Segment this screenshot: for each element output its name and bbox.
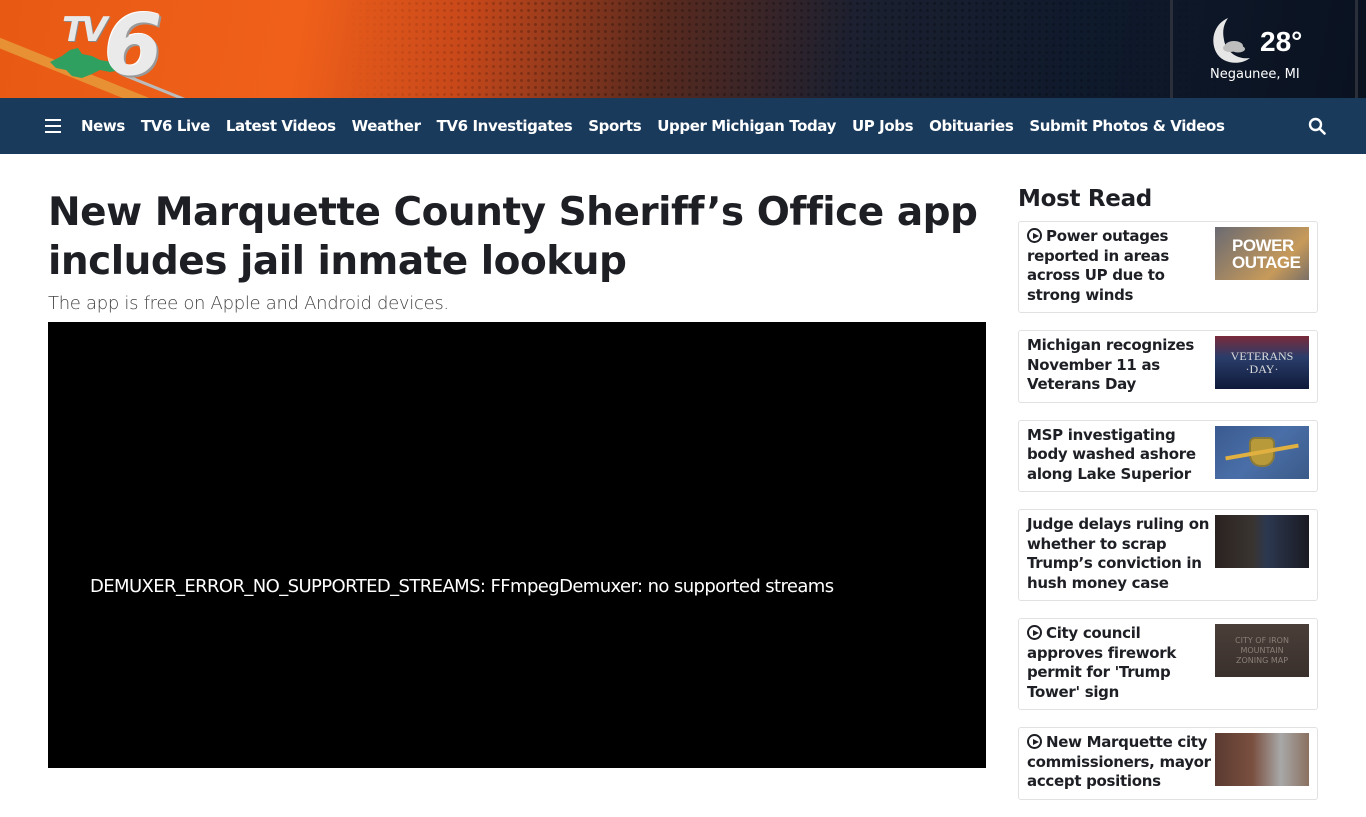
article-headline: New Marquette County Sheriff’s Office ap… [48, 190, 978, 284]
most-read-item-title[interactable]: Judge delays ruling on whether to scrap … [1027, 515, 1209, 592]
nav-obituaries[interactable]: Obituaries [929, 117, 1014, 135]
video-player[interactable]: DEMUXER_ERROR_NO_SUPPORTED_STREAMS: FFmp… [48, 322, 986, 768]
most-read-title: Most Read [1018, 186, 1152, 212]
most-read-item-title[interactable]: City council approves firework permit fo… [1027, 624, 1176, 701]
article-subheadline: The app is free on Apple and Android dev… [48, 293, 449, 314]
logo-six-text: 6 [104, 0, 163, 94]
most-read-item[interactable]: Michigan recognizes November 11 as Veter… [1018, 330, 1318, 403]
most-read-item[interactable]: MSP investigating body washed ashore alo… [1018, 419, 1318, 492]
play-circle-icon [1027, 625, 1042, 640]
header-dot-pattern [0, 0, 1366, 98]
nav-tv6-investigates[interactable]: TV6 Investigates [437, 117, 573, 135]
video-error-message: DEMUXER_ERROR_NO_SUPPORTED_STREAMS: FFmp… [90, 576, 834, 597]
site-header: TV 6 28° Negaunee, MI [0, 0, 1366, 98]
header-divider [1355, 0, 1358, 98]
thumbnail-text: VETERANS ·DAY· [1230, 348, 1294, 376]
moon-cloud-icon [1213, 18, 1250, 63]
nav-submit-photos-videos[interactable]: Submit Photos & Videos [1029, 117, 1225, 135]
most-read-item[interactable]: New Marquette city commissioners, mayor … [1018, 727, 1318, 800]
nav-weather[interactable]: Weather [352, 117, 421, 135]
logo-tv-text: TV [62, 10, 107, 50]
most-read-sidebar: Most Read Power outages reported in area… [1018, 186, 1318, 817]
most-read-thumbnail[interactable]: POWER OUTAGE [1215, 227, 1309, 280]
most-read-item[interactable]: Power outages reported in areas across U… [1018, 221, 1318, 313]
nav-tv6-live[interactable]: TV6 Live [141, 117, 210, 135]
article-header: New Marquette County Sheriff’s Office ap… [48, 188, 986, 314]
weather-widget[interactable]: 28° Negaunee, MI [1206, 12, 1316, 86]
temperature: 28° [1260, 26, 1303, 57]
nav-up-jobs[interactable]: UP Jobs [852, 117, 914, 135]
most-read-thumbnail[interactable] [1215, 733, 1309, 786]
most-read-item[interactable]: Judge delays ruling on whether to scrap … [1018, 509, 1318, 601]
nav-latest-videos[interactable]: Latest Videos [226, 117, 336, 135]
thumbnail-text: POWER OUTAGE [1232, 235, 1301, 272]
main-nav: News TV6 Live Latest Videos Weather TV6 … [0, 98, 1366, 154]
hamburger-menu-icon[interactable] [45, 119, 61, 133]
play-circle-icon [1027, 734, 1042, 749]
most-read-thumbnail[interactable] [1215, 425, 1309, 479]
thumbnail-text: CITY OF IRON MOUNTAIN ZONING MAP [1235, 635, 1289, 665]
most-read-item-title[interactable]: MSP investigating body washed ashore alo… [1027, 426, 1196, 483]
search-icon[interactable] [1308, 117, 1326, 135]
most-read-thumbnail[interactable]: VETERANS ·DAY· [1215, 336, 1309, 389]
most-read-item-title[interactable]: Power outages reported in areas across U… [1027, 227, 1169, 304]
header-divider [1170, 0, 1173, 98]
most-read-item-title[interactable]: New Marquette city commissioners, mayor … [1027, 733, 1211, 790]
tv6-logo[interactable]: TV 6 [48, 0, 168, 94]
most-read-item[interactable]: City council approves firework permit fo… [1018, 618, 1318, 710]
most-read-item-title[interactable]: Michigan recognizes November 11 as Veter… [1027, 336, 1194, 393]
nav-news[interactable]: News [81, 117, 125, 135]
most-read-thumbnail[interactable]: CITY OF IRON MOUNTAIN ZONING MAP [1215, 624, 1309, 677]
weather-location: Negaunee, MI [1210, 67, 1300, 82]
nav-upper-michigan-today[interactable]: Upper Michigan Today [657, 117, 836, 135]
most-read-thumbnail[interactable] [1215, 515, 1309, 568]
play-circle-icon [1027, 228, 1042, 243]
nav-sports[interactable]: Sports [588, 117, 641, 135]
